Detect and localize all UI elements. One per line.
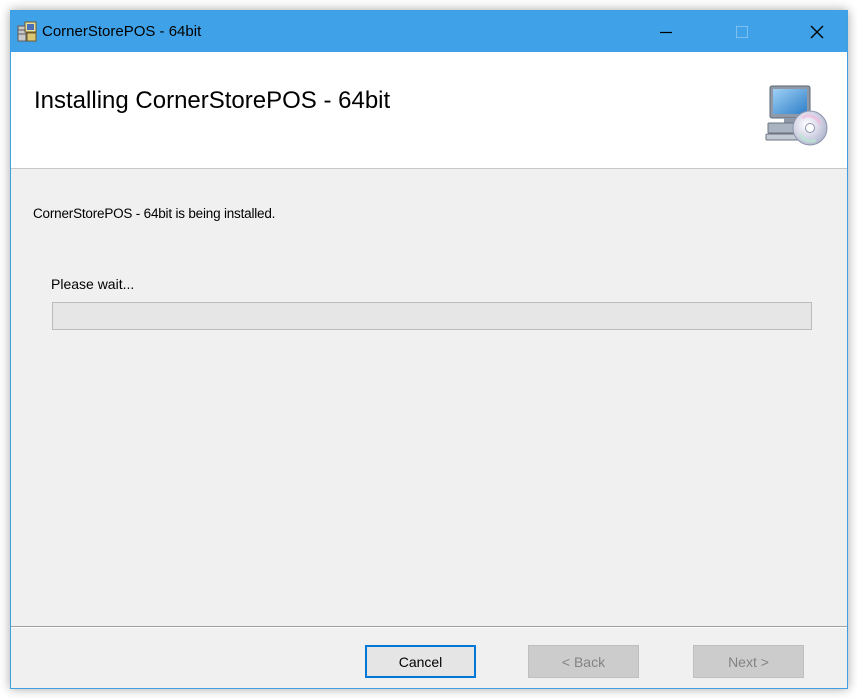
install-progress-bar xyxy=(52,302,812,330)
minimize-button[interactable] xyxy=(643,11,689,52)
install-status-text: CornerStorePOS - 64bit is being installe… xyxy=(33,206,276,221)
header-banner: Installing CornerStorePOS - 64bit xyxy=(11,52,847,169)
next-button[interactable]: Next > xyxy=(693,645,804,678)
installer-window: CornerStorePOS - 64bit Installing Corner… xyxy=(10,10,848,689)
cancel-button[interactable]: Cancel xyxy=(365,645,476,678)
close-icon xyxy=(810,25,824,38)
title-bar[interactable]: CornerStorePOS - 64bit xyxy=(11,11,847,52)
page-title: Installing CornerStorePOS - 64bit xyxy=(34,87,391,114)
back-button[interactable]: < Back xyxy=(528,645,639,678)
close-button[interactable] xyxy=(794,11,840,52)
progress-label: Please wait... xyxy=(51,276,135,292)
maximize-button[interactable] xyxy=(719,11,765,52)
computer-disc-icon xyxy=(765,85,828,146)
footer-divider xyxy=(11,626,847,628)
installer-app-icon xyxy=(17,21,37,42)
maximize-icon xyxy=(736,25,748,38)
minimize-icon xyxy=(660,31,672,33)
window-title: CornerStorePOS - 64bit xyxy=(42,23,202,40)
